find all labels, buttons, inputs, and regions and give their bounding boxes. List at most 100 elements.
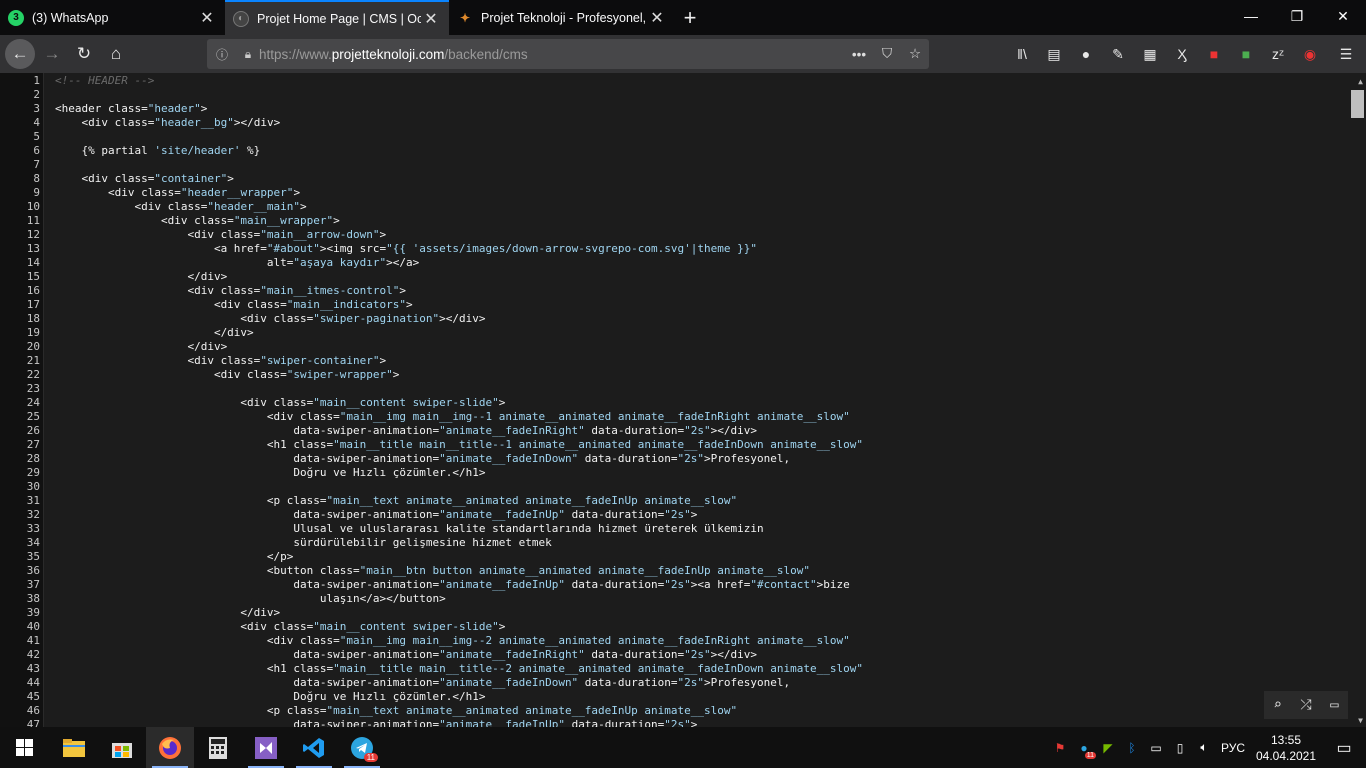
line-number: 6 bbox=[33, 144, 40, 157]
search-icon[interactable]: ⌕ bbox=[1273, 697, 1281, 713]
flag-icon[interactable]: ⚑ bbox=[1048, 741, 1072, 755]
back-button[interactable]: ← bbox=[5, 39, 35, 69]
code-text: <div class="swiper-container"> bbox=[55, 354, 387, 367]
line-number: 13 bbox=[26, 242, 40, 255]
minimize-icon[interactable]: — bbox=[1228, 0, 1274, 35]
line-number: 4 bbox=[33, 116, 40, 129]
line-number: 21 bbox=[26, 354, 40, 367]
eyedropper-icon[interactable]: ✎ bbox=[1102, 46, 1134, 63]
forward-button[interactable]: → bbox=[37, 39, 67, 69]
notification-center-icon[interactable]: ▭ bbox=[1322, 738, 1366, 758]
shuffle-icon[interactable]: ⤮ bbox=[1300, 697, 1311, 713]
tab-projet-home-page[interactable]: ◐ Projet Home Page | CMS | October ✕ bbox=[225, 0, 449, 35]
code-text: <div class="main__content swiper-slide"> bbox=[55, 620, 506, 633]
code-text: <!-- HEADER --> bbox=[55, 74, 155, 87]
input-language[interactable]: РУС bbox=[1216, 741, 1250, 755]
page-actions-icon[interactable]: ••• bbox=[845, 47, 873, 62]
line-number: 30 bbox=[26, 480, 40, 493]
scroll-up-icon[interactable]: ▲ bbox=[1358, 77, 1363, 86]
nvidia-icon[interactable]: ◤ bbox=[1096, 741, 1120, 755]
line-number: 32 bbox=[26, 508, 40, 521]
visual-studio-button[interactable] bbox=[242, 727, 290, 768]
code-text: </div> bbox=[55, 606, 281, 619]
tab-projet-teknoloji[interactable]: ✦ Projet Teknoloji - Profesyonel, Doğru … bbox=[449, 0, 675, 35]
firefox-taskbar-button[interactable] bbox=[146, 727, 194, 768]
close-tab-icon[interactable]: ✕ bbox=[197, 8, 217, 28]
pocket-icon[interactable]: ⛉ bbox=[873, 46, 901, 62]
system-clock[interactable]: 13:55 04.04.2021 bbox=[1250, 732, 1322, 764]
sleep-icon[interactable]: zᶻ bbox=[1262, 46, 1294, 62]
volume-icon[interactable]: 🔈︎ bbox=[1192, 740, 1216, 755]
october-cms-icon: ◐ bbox=[233, 10, 249, 27]
line-number: 31 bbox=[26, 494, 40, 507]
close-tab-icon[interactable]: ✕ bbox=[647, 8, 667, 28]
home-button[interactable]: ⌂ bbox=[101, 39, 131, 69]
close-window-icon[interactable]: ✕ bbox=[1320, 0, 1366, 35]
code-text: </p> bbox=[55, 550, 294, 563]
scroll-down-icon[interactable]: ▼ bbox=[1358, 716, 1363, 725]
windows-taskbar: 11 ⚑ ● 11 ◤ ᛒ ▭ ▯ 🔈︎ РУС 13:55 04.04.2021… bbox=[0, 727, 1366, 768]
menu-icon[interactable]: ☰ bbox=[1326, 46, 1366, 63]
scrollbar-thumb[interactable] bbox=[1351, 90, 1364, 118]
arrow-right-icon: → bbox=[43, 44, 61, 63]
network-icon[interactable]: ▯ bbox=[1168, 741, 1192, 755]
sidebar-icon[interactable]: ▤ bbox=[1038, 46, 1070, 63]
account-icon[interactable]: ● bbox=[1070, 46, 1102, 62]
start-button[interactable] bbox=[0, 727, 48, 768]
code-text: <h1 class="main__title main__title--2 an… bbox=[55, 662, 863, 675]
info-icon[interactable]: ⓘ bbox=[207, 46, 237, 63]
store-button[interactable] bbox=[98, 727, 146, 768]
reload-button[interactable]: ↻ bbox=[69, 39, 99, 69]
translate-icon[interactable]: Ӽ bbox=[1166, 46, 1198, 62]
bookmark-star-icon[interactable]: ☆ bbox=[901, 46, 929, 62]
code-text: <div class="swiper-pagination"></div> bbox=[55, 312, 486, 325]
line-number: 36 bbox=[26, 564, 40, 577]
code-text: <a href="#about"><img src="{{ 'assets/im… bbox=[55, 242, 758, 255]
extension-red-icon[interactable]: ■ bbox=[1198, 46, 1230, 62]
line-number: 5 bbox=[33, 130, 40, 143]
calculator-button[interactable] bbox=[194, 727, 242, 768]
telegram-tray-icon[interactable]: ● 11 bbox=[1072, 741, 1096, 759]
code-text: </div> bbox=[55, 326, 254, 339]
lock-icon[interactable]: 🔒︎ bbox=[237, 47, 259, 62]
code-editor[interactable]: 1 <!-- HEADER --> 2 3 <header class="header"… bbox=[0, 73, 1366, 727]
telegram-button[interactable]: 11 bbox=[338, 727, 386, 768]
url-path: /backend/cms bbox=[444, 46, 528, 62]
system-tray: ⚑ ● 11 ◤ ᛒ ▭ ▯ 🔈︎ РУС 13:55 04.04.2021 ▭ bbox=[1048, 727, 1366, 768]
store-bag-icon bbox=[112, 742, 132, 758]
projet-logo-icon: ✦ bbox=[459, 10, 471, 25]
code-text: sürdürülebilir gelişmesine hizmet etmek bbox=[55, 536, 552, 549]
bluetooth-icon[interactable]: ᛒ bbox=[1120, 741, 1144, 755]
line-number: 40 bbox=[26, 620, 40, 633]
code-text: <div class="swiper-wrapper"> bbox=[55, 368, 400, 381]
code-text: data-swiper-animation="animate__fadeInDo… bbox=[55, 452, 791, 465]
close-tab-icon[interactable]: ✕ bbox=[421, 9, 441, 29]
line-number: 18 bbox=[26, 312, 40, 325]
line-number: 45 bbox=[26, 690, 40, 703]
vertical-scrollbar[interactable]: ▲ ▼ bbox=[1350, 73, 1366, 727]
code-text: alt="aşaya kaydır"></a> bbox=[55, 256, 420, 269]
code-text: <button class="main__btn button animate_… bbox=[55, 564, 810, 577]
fullscreen-icon[interactable]: ▭ bbox=[1330, 697, 1338, 713]
code-text: <div class="main__img main__img--2 anima… bbox=[55, 634, 850, 647]
line-number: 12 bbox=[26, 228, 40, 241]
extension-green-icon[interactable]: ■ bbox=[1230, 46, 1262, 62]
file-explorer-button[interactable] bbox=[50, 727, 98, 768]
reload-icon: ↻ bbox=[76, 44, 92, 63]
code-text: <div class="main__arrow-down"> bbox=[55, 228, 387, 241]
tab-whatsapp[interactable]: 3 (3) WhatsApp ✕ bbox=[0, 0, 225, 35]
clock-time: 13:55 bbox=[1270, 732, 1302, 747]
extension-circle-icon[interactable]: ◉ bbox=[1294, 46, 1326, 63]
code-text: <p class="main__text animate__animated a… bbox=[55, 494, 738, 507]
code-text: data-swiper-animation="animate__fadeInRi… bbox=[55, 424, 758, 437]
url-bar[interactable]: ⓘ 🔒︎ https://www. projetteknoloji.com/bac… bbox=[207, 39, 929, 69]
restore-icon[interactable]: ❐ bbox=[1274, 0, 1320, 35]
battery-icon[interactable]: ▭ bbox=[1144, 741, 1168, 755]
vscode-button[interactable] bbox=[290, 727, 338, 768]
reader-icon[interactable]: ▦ bbox=[1134, 46, 1166, 63]
line-number: 23 bbox=[26, 382, 40, 395]
line-number: 28 bbox=[26, 452, 40, 465]
new-tab-button[interactable]: + bbox=[675, 0, 705, 35]
library-icon[interactable]: ‖\ bbox=[1006, 46, 1038, 62]
line-number: 26 bbox=[26, 424, 40, 437]
